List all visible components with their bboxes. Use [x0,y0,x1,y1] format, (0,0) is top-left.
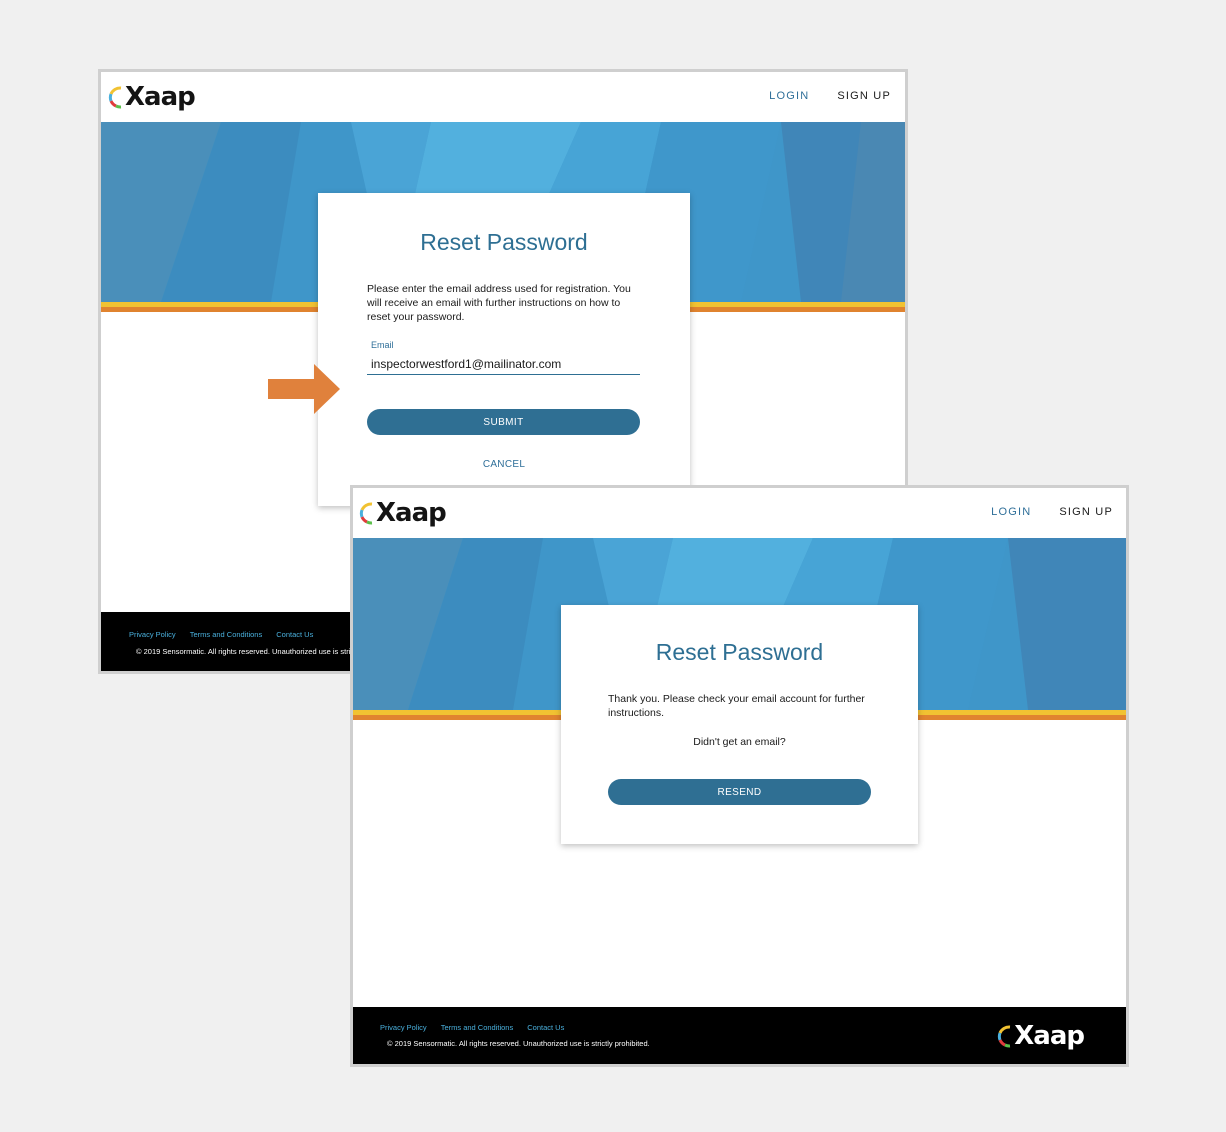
orange-arrow-icon [268,364,340,414]
top-nav: LOGIN SIGN UP [769,72,891,120]
footer-links: Privacy Policy Terms and Conditions Cont… [380,1023,564,1032]
footer-copyright: © 2019 Sensormatic. All rights reserved.… [387,1039,650,1048]
footer-privacy-link[interactable]: Privacy Policy [129,630,176,639]
logo-text: Xaap [125,82,196,112]
footer-privacy-link[interactable]: Privacy Policy [380,1023,427,1032]
screen-reset-confirmation: Xaap LOGIN SIGN UP Reset Password Thank … [350,485,1129,1067]
brand-logo[interactable]: Xaap [358,498,447,528]
logo-ring-icon [108,86,122,109]
logo-ring-icon [359,502,373,525]
footer-logo[interactable]: Xaap [996,1021,1085,1051]
footer-terms-link[interactable]: Terms and Conditions [441,1023,514,1032]
footer-contact-link[interactable]: Contact Us [276,630,313,639]
confirmation-message: Thank you. Please check your email accou… [608,693,865,719]
instructions-text: Please enter the email address used for … [367,283,631,323]
footer-contact-link[interactable]: Contact Us [527,1023,564,1032]
card-title: Reset Password [655,639,824,665]
footer-links: Privacy Policy Terms and Conditions Cont… [129,630,313,639]
login-link[interactable]: LOGIN [991,506,1031,518]
submit-button[interactable]: SUBMIT [367,409,640,435]
top-nav: LOGIN SIGN UP [991,488,1113,536]
footer-terms-link[interactable]: Terms and Conditions [190,630,263,639]
confirmation-card: Reset Password Thank you. Please check y… [561,605,918,844]
logo-ring-icon [998,1025,1011,1048]
email-input[interactable] [367,357,640,375]
signup-link[interactable]: SIGN UP [1059,506,1113,518]
signup-link[interactable]: SIGN UP [837,90,891,102]
resend-button[interactable]: RESEND [608,779,871,805]
footer: Privacy Policy Terms and Conditions Cont… [353,1007,1126,1064]
logo-text: Xaap [376,498,447,528]
no-email-text: Didn't get an email? [693,736,786,748]
top-bar: Xaap LOGIN SIGN UP [353,488,1126,536]
login-link[interactable]: LOGIN [769,90,809,102]
cancel-link[interactable]: CANCEL [318,459,690,470]
top-bar: Xaap LOGIN SIGN UP [101,72,905,120]
brand-logo[interactable]: Xaap [107,82,196,112]
email-label: Email [371,340,394,350]
footer-logo-text: Xaap [1014,1021,1085,1051]
card-title: Reset Password [420,229,588,255]
reset-password-card: Reset Password Please enter the email ad… [318,193,690,506]
